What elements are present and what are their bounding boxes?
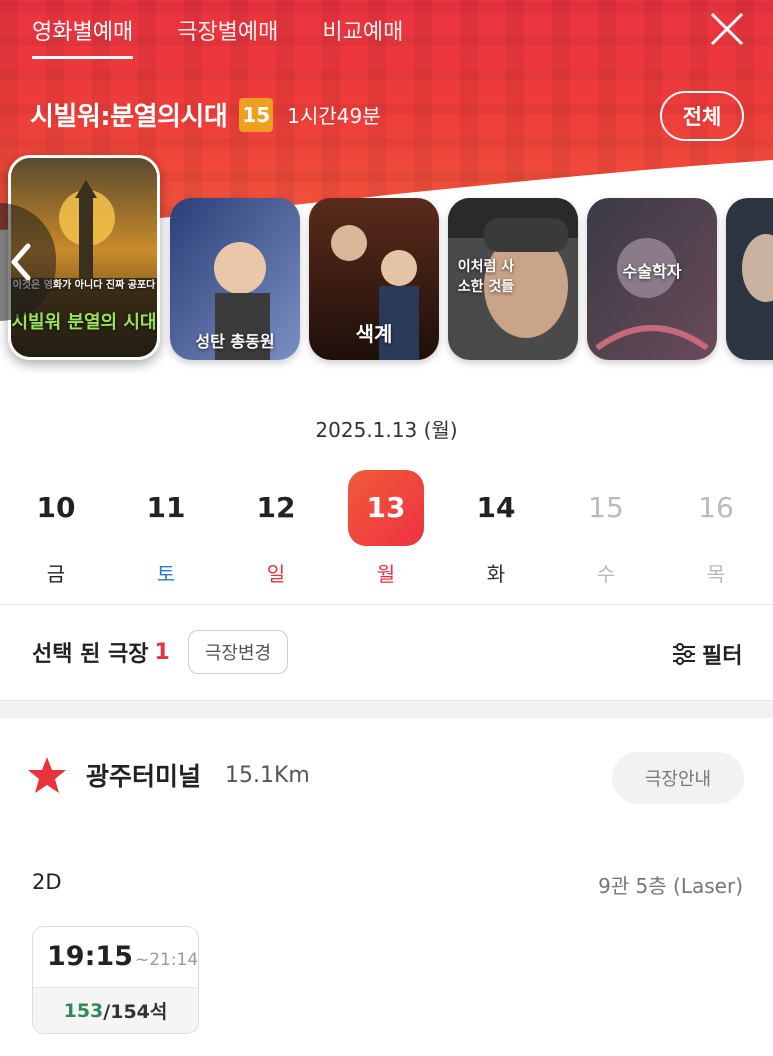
- date-12[interactable]: 12 일: [238, 470, 314, 590]
- date-number: 16: [698, 491, 734, 524]
- close-icon[interactable]: [708, 10, 746, 48]
- showtime-times: 19:15 ~21:14: [33, 927, 198, 987]
- date-14[interactable]: 14 화: [458, 470, 534, 590]
- poster-title: 이처럼 사소한 것들: [457, 259, 515, 295]
- seat-availability: 153 /154석: [33, 987, 198, 1033]
- filter-label: 필터: [702, 644, 743, 669]
- weekday-label: 화: [486, 562, 506, 586]
- poster-christmas[interactable]: 성탄 총동원: [170, 198, 300, 360]
- date-number: 11: [146, 491, 186, 524]
- all-movies-button[interactable]: 전체: [660, 91, 744, 141]
- poster-partial[interactable]: [726, 198, 773, 360]
- change-theater-button[interactable]: 극장변경: [187, 630, 289, 674]
- date-16: 16 목: [678, 470, 754, 590]
- poster-surgery[interactable]: 수술학자: [587, 198, 717, 360]
- showtime-end: ~21:14: [134, 950, 199, 970]
- selected-theater-count: 1: [154, 639, 170, 665]
- booking-tabs: 영화별예매 극장별예매 비교예매: [32, 14, 447, 59]
- weekday-label: 토: [156, 562, 176, 586]
- poster-lust-caution[interactable]: 색계: [309, 198, 439, 360]
- showtime-start: 19:15: [47, 941, 133, 972]
- tab-compare[interactable]: 비교예매: [322, 14, 403, 59]
- selected-date-label: 2025.1.13 (월): [315, 418, 458, 442]
- date-13[interactable]: 13 월: [348, 470, 424, 590]
- date-number: 15: [588, 491, 624, 524]
- filter-button[interactable]: 필터: [672, 638, 742, 670]
- weekday-label: 금: [46, 562, 66, 586]
- theater-distance: 15.1Km: [225, 762, 310, 788]
- date-10[interactable]: 10 금: [18, 470, 94, 590]
- hall-info: 9관 5층 (Laser): [598, 874, 743, 898]
- weekday-label: 목: [706, 562, 726, 586]
- showtime-card[interactable]: 19:15 ~21:14 153 /154석: [32, 926, 199, 1034]
- seats-available: 153: [63, 999, 104, 1022]
- poster-title: 성탄 총동원: [195, 332, 275, 351]
- seats-total: /154석: [103, 1001, 168, 1023]
- movie-title-row: 시빌워:분열의시대 15 1시간49분: [30, 96, 381, 133]
- date-11[interactable]: 11 토: [128, 470, 204, 590]
- theater-header: 광주터미널 15.1Km: [26, 755, 310, 795]
- filter-icon: [673, 643, 695, 665]
- tab-by-movie[interactable]: 영화별예매: [32, 14, 134, 59]
- chevron-left-icon: [11, 243, 31, 281]
- screen-format: 2D: [32, 870, 62, 894]
- favorite-star-icon[interactable]: [26, 755, 68, 795]
- poster-title: 수술학자: [622, 262, 682, 281]
- weekday-label: 일: [266, 562, 286, 586]
- age-rating-badge: 15: [239, 97, 274, 132]
- poster-partial-art: [726, 198, 773, 360]
- poster-title: 색계: [355, 322, 393, 346]
- date-15: 15 수: [568, 470, 644, 590]
- date-number: 13: [348, 470, 424, 546]
- theater-info-button[interactable]: 극장안내: [612, 752, 744, 804]
- divider: [0, 604, 773, 605]
- movie-title: 시빌워:분열의시대: [30, 102, 228, 132]
- poster-small-things[interactable]: 이처럼 사소한 것들: [448, 198, 578, 360]
- poster-title: 시빌워 분열의 시대: [11, 312, 157, 333]
- tab-by-theater[interactable]: 극장별예매: [177, 14, 278, 59]
- selected-theater-row: 선택 된 극장 1 극장변경: [32, 630, 289, 674]
- movie-runtime: 1시간49분: [287, 104, 381, 128]
- header-hero: 영화별예매 극장별예매 비교예매 시빌워:분열의시대 15 1시간49분 전체: [0, 0, 773, 400]
- weekday-label: 월: [376, 562, 396, 586]
- date-number: 10: [36, 491, 76, 524]
- date-number: 12: [256, 491, 296, 524]
- theater-name: 광주터미널: [86, 762, 202, 791]
- selected-theater-label: 선택 된 극장: [32, 642, 149, 667]
- weekday-label: 수: [596, 562, 616, 586]
- date-number: 14: [476, 491, 516, 524]
- section-separator: [0, 700, 773, 718]
